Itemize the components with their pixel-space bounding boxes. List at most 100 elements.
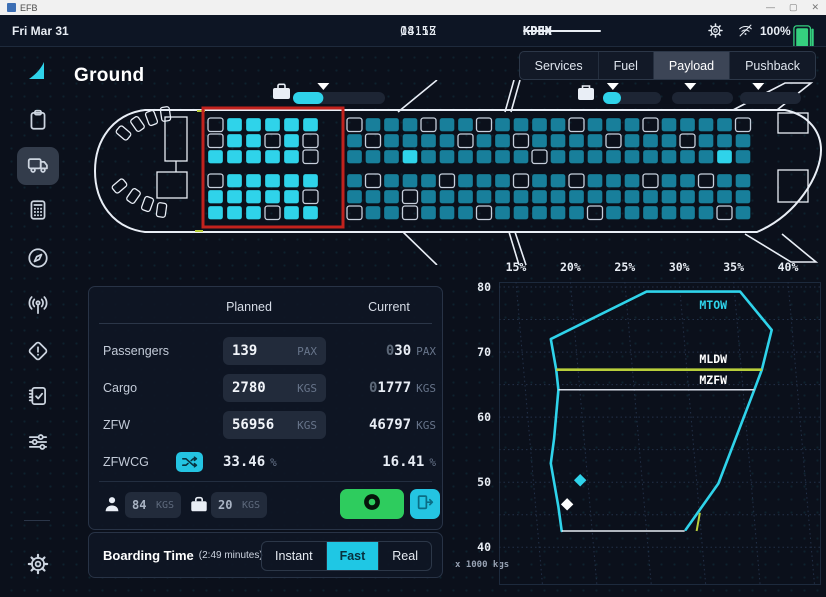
seat[interactable] — [440, 150, 455, 164]
seat[interactable] — [662, 134, 677, 148]
seat[interactable] — [347, 134, 362, 148]
seat[interactable] — [403, 150, 418, 164]
seat[interactable] — [227, 118, 242, 132]
seat[interactable] — [699, 118, 714, 132]
seat[interactable] — [347, 206, 362, 220]
seat[interactable] — [495, 206, 510, 220]
deboard-button[interactable] — [410, 489, 440, 519]
seat[interactable] — [699, 150, 714, 164]
seat[interactable] — [569, 150, 584, 164]
seat[interactable] — [421, 174, 436, 188]
seat[interactable] — [458, 134, 473, 148]
seat[interactable] — [588, 150, 603, 164]
seat[interactable] — [227, 174, 242, 188]
bag-weight-input[interactable]: 20KGS — [211, 492, 267, 518]
seat[interactable] — [284, 118, 299, 132]
seat[interactable] — [569, 174, 584, 188]
cargo-marker[interactable] — [607, 83, 619, 90]
seat[interactable] — [532, 150, 547, 164]
seat[interactable] — [514, 134, 529, 148]
seat[interactable] — [736, 118, 751, 132]
seat[interactable] — [366, 134, 381, 148]
seat[interactable] — [477, 134, 492, 148]
seat[interactable] — [477, 190, 492, 204]
seat[interactable] — [284, 134, 299, 148]
seat[interactable] — [532, 118, 547, 132]
seat[interactable] — [643, 134, 658, 148]
seat[interactable] — [699, 174, 714, 188]
seat[interactable] — [265, 118, 280, 132]
boarding-option-real[interactable]: Real — [378, 542, 431, 570]
seat[interactable] — [246, 134, 261, 148]
seat[interactable] — [680, 118, 695, 132]
seat[interactable] — [246, 150, 261, 164]
seat[interactable] — [736, 150, 751, 164]
tab-fuel[interactable]: Fuel — [598, 52, 653, 79]
cargo-bar[interactable] — [740, 92, 801, 104]
seat[interactable] — [588, 174, 603, 188]
seat[interactable] — [495, 134, 510, 148]
tab-services[interactable]: Services — [520, 52, 598, 79]
seat[interactable] — [403, 174, 418, 188]
seat[interactable] — [384, 118, 399, 132]
boarding-option-fast[interactable]: Fast — [326, 542, 379, 570]
seat[interactable] — [384, 174, 399, 188]
seat[interactable] — [699, 134, 714, 148]
seat[interactable] — [366, 118, 381, 132]
seat[interactable] — [477, 150, 492, 164]
seat[interactable] — [514, 190, 529, 204]
seat[interactable] — [347, 190, 362, 204]
cargo-bar[interactable] — [672, 92, 733, 104]
seat[interactable] — [303, 174, 318, 188]
seat[interactable] — [606, 190, 621, 204]
seat[interactable] — [440, 190, 455, 204]
minimize-button[interactable]: — — [766, 2, 775, 13]
seat[interactable] — [246, 118, 261, 132]
sidebar-item-navigation[interactable] — [0, 240, 75, 280]
planned-cargo-input[interactable]: 2780KGS — [223, 374, 326, 402]
seat[interactable] — [699, 206, 714, 220]
seat[interactable] — [284, 206, 299, 220]
seat[interactable] — [440, 118, 455, 132]
cargo-marker[interactable] — [684, 83, 696, 90]
seat[interactable] — [477, 118, 492, 132]
seat[interactable] — [403, 134, 418, 148]
seat[interactable] — [514, 150, 529, 164]
seat[interactable] — [303, 134, 318, 148]
seat[interactable] — [495, 190, 510, 204]
seat[interactable] — [303, 118, 318, 132]
seat[interactable] — [588, 118, 603, 132]
seat[interactable] — [458, 174, 473, 188]
cg-shuffle-button[interactable] — [176, 452, 203, 472]
sidebar-item-settings[interactable] — [0, 546, 75, 586]
seat[interactable] — [625, 118, 640, 132]
seat[interactable] — [551, 206, 566, 220]
seat[interactable] — [421, 190, 436, 204]
seat[interactable] — [662, 118, 677, 132]
seat[interactable] — [625, 150, 640, 164]
seat[interactable] — [458, 206, 473, 220]
seat[interactable] — [625, 206, 640, 220]
seat[interactable] — [265, 206, 280, 220]
seat[interactable] — [717, 150, 732, 164]
seat[interactable] — [384, 150, 399, 164]
seat[interactable] — [588, 206, 603, 220]
seat[interactable] — [643, 118, 658, 132]
seat[interactable] — [477, 206, 492, 220]
seat[interactable] — [366, 206, 381, 220]
seat[interactable] — [699, 190, 714, 204]
seat[interactable] — [440, 174, 455, 188]
seat[interactable] — [208, 150, 223, 164]
tab-pushback[interactable]: Pushback — [729, 52, 815, 79]
seat[interactable] — [625, 190, 640, 204]
seat[interactable] — [458, 150, 473, 164]
seat[interactable] — [284, 174, 299, 188]
seat[interactable] — [680, 134, 695, 148]
seat[interactable] — [403, 118, 418, 132]
seat[interactable] — [458, 118, 473, 132]
seat[interactable] — [403, 190, 418, 204]
seat[interactable] — [532, 134, 547, 148]
seat[interactable] — [440, 206, 455, 220]
seat[interactable] — [477, 174, 492, 188]
seat[interactable] — [366, 150, 381, 164]
